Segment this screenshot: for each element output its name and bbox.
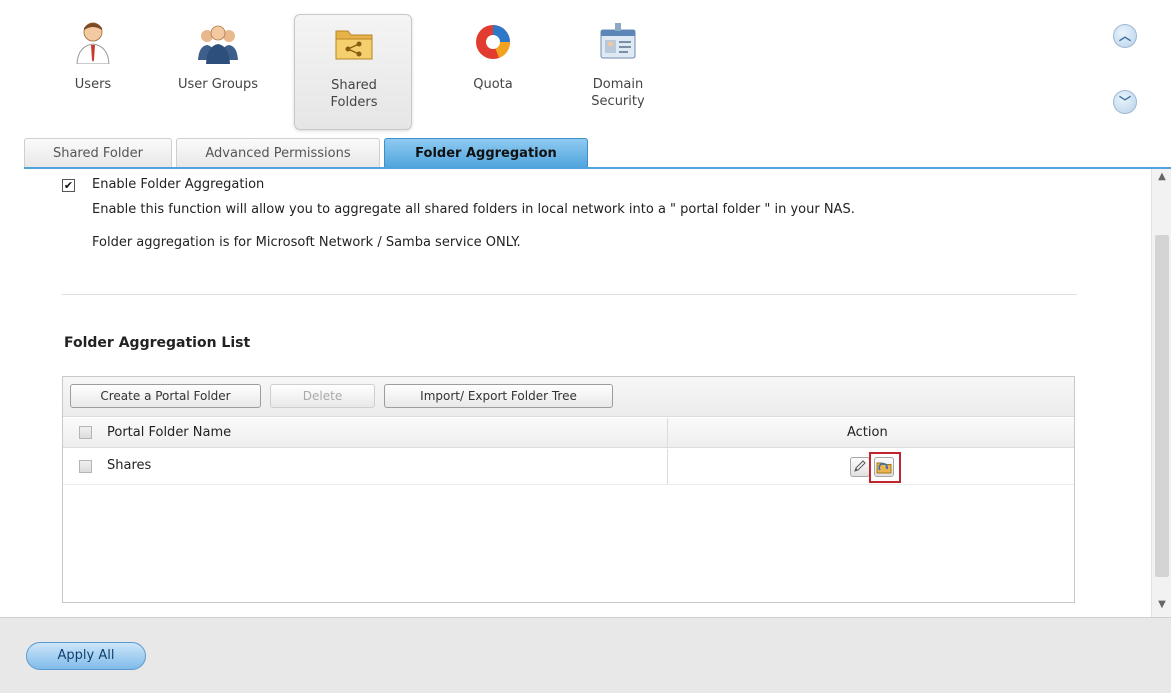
section-divider bbox=[62, 294, 1077, 295]
column-header-action: Action bbox=[847, 425, 888, 440]
tab-shared-folder[interactable]: Shared Folder bbox=[24, 138, 172, 168]
chevron-down-icon: ﹀ bbox=[1118, 95, 1131, 109]
toolbar-label-shared-folders: Shared Folders bbox=[330, 78, 378, 110]
row-checkbox[interactable] bbox=[79, 460, 92, 473]
toolbar-label-quota: Quota bbox=[473, 77, 513, 92]
delete-button[interactable]: Delete bbox=[270, 384, 375, 408]
tab-advanced-permissions[interactable]: Advanced Permissions bbox=[176, 138, 380, 168]
toolbar-item-users[interactable]: Users bbox=[34, 14, 152, 130]
portal-folder-name-cell: Shares bbox=[107, 458, 152, 473]
toolbar-label-user-groups: User Groups bbox=[177, 77, 259, 92]
content-scrollbar[interactable]: ▲ ▼ bbox=[1151, 169, 1171, 617]
enable-folder-aggregation-checkbox[interactable]: ✔ bbox=[62, 179, 75, 192]
shared-folder-icon bbox=[335, 30, 373, 60]
column-separator bbox=[667, 449, 668, 484]
toolbar-label-users: Users bbox=[74, 77, 112, 92]
grid-header: Portal Folder Name Action bbox=[63, 418, 1074, 448]
import-export-folder-tree-button[interactable]: Import/ Export Folder Tree bbox=[384, 384, 613, 408]
toolbar-item-user-groups[interactable]: User Groups bbox=[159, 14, 277, 130]
edit-icon bbox=[854, 460, 866, 472]
user-groups-icon bbox=[198, 25, 238, 64]
grid-toolbar: Create a Portal Folder Delete Import/ Ex… bbox=[63, 377, 1074, 417]
samba-only-note: Folder aggregation is for Microsoft Netw… bbox=[92, 235, 521, 250]
toolbar-item-quota[interactable]: Quota bbox=[434, 14, 552, 130]
tab-bar: Shared Folder Advanced Permissions Folde… bbox=[24, 138, 1171, 168]
apply-all-button[interactable]: Apply All bbox=[26, 642, 146, 670]
folder-aggregation-panel: ✔ Enable Folder Aggregation Enable this … bbox=[24, 169, 1151, 617]
toolbar-item-domain-security[interactable]: Domain Security bbox=[559, 14, 677, 130]
scroll-thumb[interactable] bbox=[1155, 235, 1169, 577]
toolbar-label-domain-security: Domain Security bbox=[591, 77, 645, 109]
enable-folder-aggregation-label: Enable Folder Aggregation bbox=[92, 177, 265, 192]
tab-folder-aggregation[interactable]: Folder Aggregation bbox=[384, 138, 588, 168]
app-toolbar: Users User Groups Shared Folders Quota D… bbox=[0, 0, 1171, 138]
quota-pie-icon bbox=[476, 25, 511, 59]
folder-aggregation-list-title: Folder Aggregation List bbox=[64, 335, 251, 351]
scroll-up-button[interactable]: ︿ bbox=[1113, 24, 1137, 48]
scroll-up-arrow-icon[interactable]: ▲ bbox=[1152, 171, 1171, 187]
scroll-down-button[interactable]: ﹀ bbox=[1113, 90, 1137, 114]
column-separator bbox=[667, 418, 668, 447]
scroll-down-arrow-icon[interactable]: ▼ bbox=[1152, 599, 1171, 615]
user-icon bbox=[76, 22, 110, 64]
create-portal-folder-button[interactable]: Create a Portal Folder bbox=[70, 384, 261, 408]
footer-bar: Apply All bbox=[0, 617, 1171, 693]
highlight-box bbox=[869, 452, 901, 483]
domain-security-icon bbox=[600, 23, 636, 59]
column-header-portal-folder-name[interactable]: Portal Folder Name bbox=[107, 425, 231, 440]
portal-folder-grid: Create a Portal Folder Delete Import/ Ex… bbox=[62, 376, 1075, 603]
table-row[interactable]: Shares bbox=[63, 449, 1074, 485]
chevron-up-icon: ︿ bbox=[1118, 29, 1131, 43]
select-all-checkbox[interactable] bbox=[79, 426, 92, 439]
enable-description: Enable this function will allow you to a… bbox=[92, 202, 855, 217]
edit-button[interactable] bbox=[850, 457, 870, 477]
toolbar-item-shared-folders[interactable]: Shared Folders bbox=[294, 14, 412, 130]
